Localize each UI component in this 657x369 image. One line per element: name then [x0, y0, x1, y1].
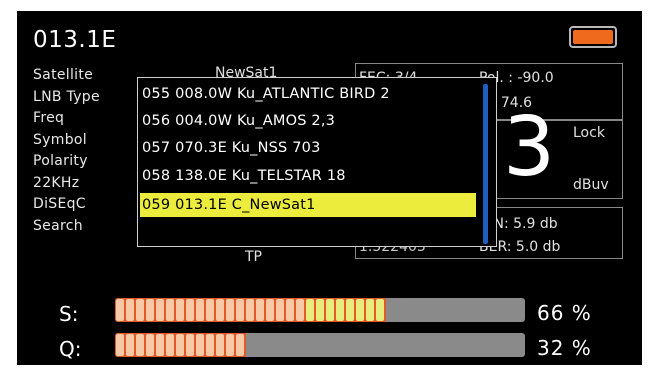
meter-segment — [226, 334, 234, 356]
meter-segment — [126, 299, 134, 321]
label-satellite[interactable]: Satellite — [33, 65, 100, 87]
signal-strength-percent: 66 % — [537, 301, 592, 325]
meter-segment — [116, 334, 124, 356]
satellite-list-item[interactable]: 055 008.0W Ku_ATLANTIC BIRD 2 — [140, 82, 476, 106]
meter-segment — [136, 334, 144, 356]
meter-segment — [216, 334, 224, 356]
meter-segment — [156, 299, 164, 321]
meter-segment — [206, 299, 214, 321]
meter-segment — [336, 299, 344, 321]
signal-quality-bar — [115, 333, 525, 357]
meter-segment — [126, 334, 134, 356]
meter-segment — [296, 299, 304, 321]
label-search[interactable]: Search — [33, 216, 100, 238]
battery-tip — [569, 26, 617, 48]
level-unit: dBuv — [573, 177, 609, 193]
satellite-list-popup: 055 008.0W Ku_ATLANTIC BIRD 2 056 004.0W… — [137, 77, 497, 247]
label-22khz[interactable]: 22KHz — [33, 173, 100, 195]
meter-segment — [276, 299, 284, 321]
satellite-position-title: 013.1E — [33, 27, 117, 53]
signal-strength-fill — [115, 298, 386, 322]
meter-segment — [256, 299, 264, 321]
signal-strength-label: S: — [59, 302, 79, 326]
settings-labels: Satellite LNB Type Freq Symbol Polarity … — [33, 65, 100, 237]
label-lnb-type[interactable]: LNB Type — [33, 87, 100, 109]
meter-segment — [146, 334, 154, 356]
meter-segment — [116, 299, 124, 321]
meter-segment — [196, 299, 204, 321]
meter-segment — [366, 299, 374, 321]
meter-segment — [266, 299, 274, 321]
scrollbar-thumb[interactable] — [483, 84, 488, 244]
meter-segment — [166, 334, 174, 356]
search-value: TP — [245, 249, 262, 265]
meter-segment — [316, 299, 324, 321]
meter-segment — [176, 334, 184, 356]
meter-segment — [156, 334, 164, 356]
meter-segment — [166, 299, 174, 321]
meter-segment — [356, 299, 364, 321]
meter-segment — [236, 299, 244, 321]
meter-segment — [186, 334, 194, 356]
meter-segment — [206, 334, 214, 356]
label-symbol[interactable]: Symbol — [33, 130, 100, 152]
label-polarity[interactable]: Polarity — [33, 151, 100, 173]
label-freq[interactable]: Freq — [33, 108, 100, 130]
meter-segment — [186, 299, 194, 321]
satellite-list-item[interactable]: 057 070.3E Ku_NSS 703 — [140, 136, 476, 160]
meter-segment — [286, 299, 294, 321]
meter-segment — [216, 299, 224, 321]
signal-level-digit: 3 — [503, 100, 556, 195]
lock-status: Lock — [573, 125, 605, 141]
meter-segment — [146, 299, 154, 321]
satellite-list-item[interactable]: 058 138.0E Ku_TELSTAR 18 — [140, 164, 476, 188]
signal-strength-bar — [115, 298, 525, 322]
meter-segment — [176, 299, 184, 321]
signal-quality-fill — [115, 333, 246, 357]
meter-segment — [306, 299, 314, 321]
signal-quality-label: Q: — [59, 337, 82, 361]
meter-segment — [136, 299, 144, 321]
receiver-screen: 013.1E Satellite LNB Type Freq Symbol Po… — [17, 11, 642, 365]
meter-segment — [376, 299, 384, 321]
meter-segment — [226, 299, 234, 321]
meter-segment — [326, 299, 334, 321]
meter-segment — [346, 299, 354, 321]
meter-segment — [196, 334, 204, 356]
satellite-list-item[interactable]: 056 004.0W Ku_AMOS 2,3 — [140, 109, 476, 133]
meter-segment — [246, 299, 254, 321]
signal-quality-percent: 32 % — [537, 336, 592, 360]
satellite-list-item-selected[interactable]: 059 013.1E C_NewSat1 — [140, 193, 476, 217]
meter-segment — [236, 334, 244, 356]
label-diseqc[interactable]: DiSEqC — [33, 194, 100, 216]
